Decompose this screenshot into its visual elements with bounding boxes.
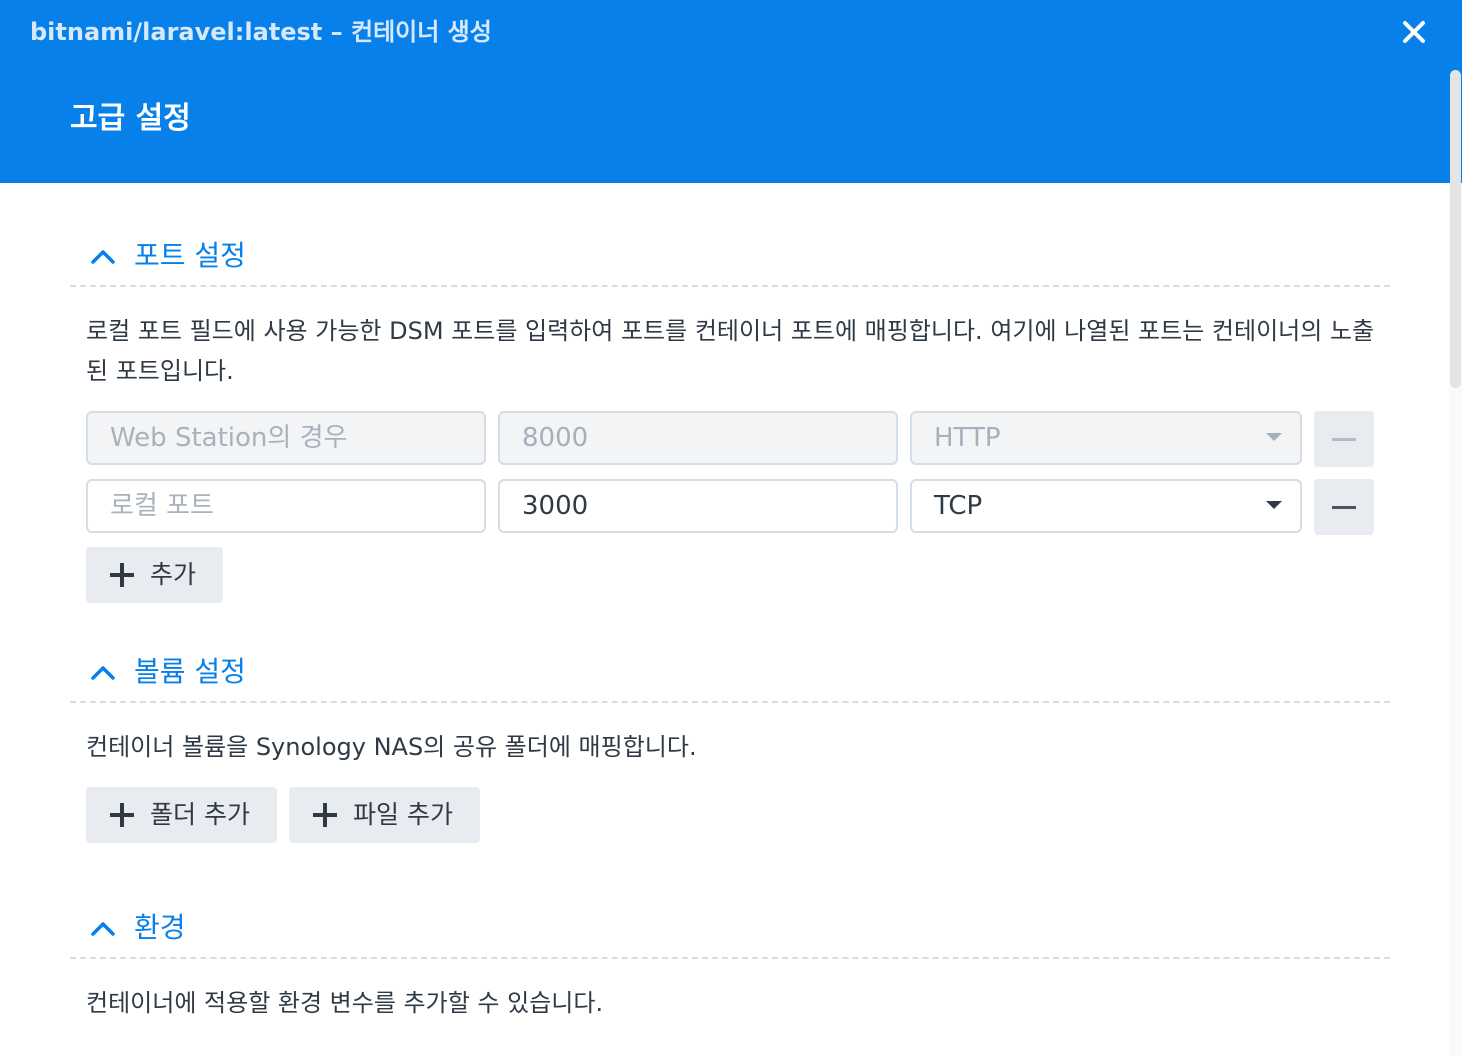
port-section-title: 포트 설정 xyxy=(134,239,246,272)
local-port-placeholder: 로컬 포트 xyxy=(110,491,214,521)
remove-port-button xyxy=(1314,411,1374,467)
env-section-description: 컨테이너에 적용할 환경 변수를 추가할 수 있습니다. xyxy=(86,989,604,1017)
add-folder-button[interactable]: 폴더 추가 xyxy=(86,787,277,843)
protocol-value: TCP xyxy=(934,491,983,521)
volume-section-title: 볼륨 설정 xyxy=(134,655,246,688)
section-divider xyxy=(70,957,1390,959)
volume-section-description: 컨테이너 볼륨을 Synology NAS의 공유 폴더에 매핑합니다. xyxy=(86,733,697,761)
add-file-button[interactable]: 파일 추가 xyxy=(289,787,480,843)
page-title: 고급 설정 xyxy=(70,101,191,136)
window-title: bitnami/laravel:latest – 컨테이너 생성 xyxy=(30,18,492,46)
minus-icon xyxy=(1332,506,1356,509)
add-folder-label: 폴더 추가 xyxy=(150,800,250,829)
protocol-value: HTTP xyxy=(934,423,1001,453)
container-port-input[interactable]: 3000 xyxy=(498,479,898,533)
local-port-input[interactable]: 로컬 포트 xyxy=(86,479,486,533)
close-icon xyxy=(1403,21,1425,43)
chevron-up-icon xyxy=(91,250,115,264)
port-section-description: 로컬 포트 필드에 사용 가능한 DSM 포트를 입력하여 포트를 컨테이너 포… xyxy=(86,317,1375,385)
local-port-input: Web Station의 경우 xyxy=(86,411,486,465)
dropdown-caret-icon xyxy=(1266,501,1282,509)
protocol-select: HTTP xyxy=(910,411,1302,465)
dropdown-caret-icon xyxy=(1266,433,1282,441)
dialog-header: bitnami/laravel:latest – 컨테이너 생성 고급 설정 xyxy=(0,0,1462,183)
section-divider xyxy=(70,701,1390,703)
local-port-placeholder: Web Station의 경우 xyxy=(110,423,348,453)
container-port-value: 8000 xyxy=(522,423,589,453)
scrollbar-thumb[interactable] xyxy=(1450,70,1461,388)
add-file-label: 파일 추가 xyxy=(353,800,453,829)
container-port-input: 8000 xyxy=(498,411,898,465)
section-divider xyxy=(70,285,1390,287)
add-port-label: 추가 xyxy=(150,560,197,589)
chevron-up-icon xyxy=(91,922,115,936)
remove-port-button[interactable] xyxy=(1314,479,1374,535)
protocol-select[interactable]: TCP xyxy=(910,479,1302,533)
minus-icon xyxy=(1332,438,1356,441)
env-section-title: 환경 xyxy=(134,911,186,944)
plus-icon xyxy=(313,803,337,827)
add-port-button[interactable]: 추가 xyxy=(86,547,223,603)
chevron-up-icon xyxy=(91,666,115,680)
plus-icon xyxy=(110,803,134,827)
plus-icon xyxy=(110,563,134,587)
close-button[interactable] xyxy=(1396,14,1432,50)
container-port-value: 3000 xyxy=(522,491,589,521)
